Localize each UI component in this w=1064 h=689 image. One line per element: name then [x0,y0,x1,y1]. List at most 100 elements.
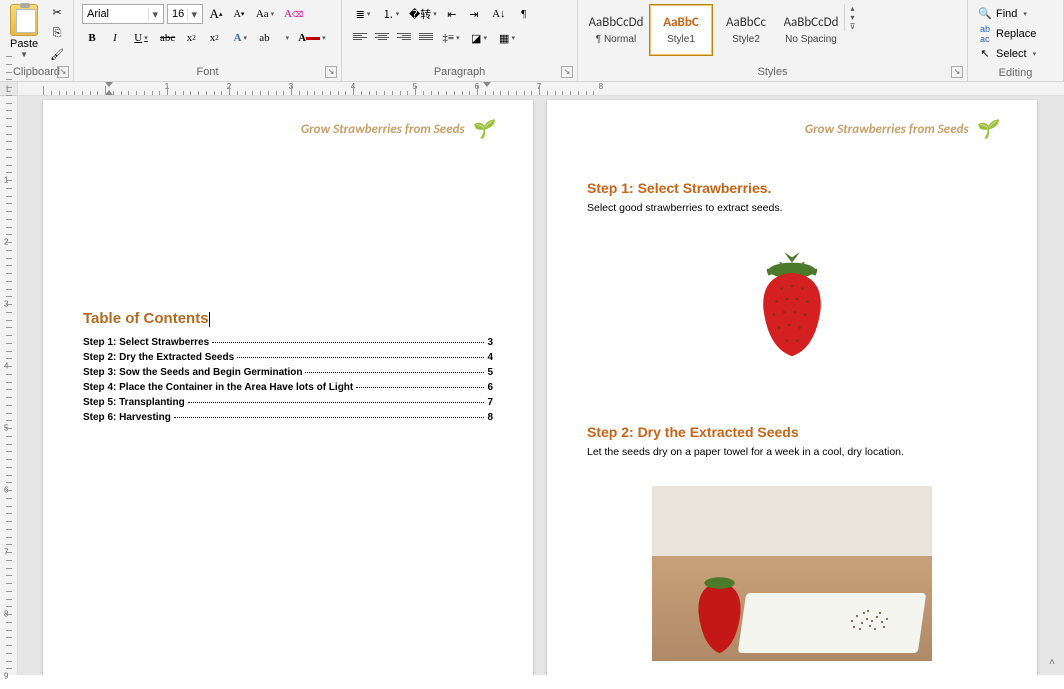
paste-button[interactable]: Paste ▼ [4,2,44,61]
text-effects-button[interactable]: A▾ [227,28,253,48]
increase-indent-button[interactable]: ⇥ [464,4,484,24]
borders-button[interactable]: ▦▾ [494,28,520,48]
toc-entry[interactable]: Step 1: Select Strawberres3 [83,337,493,348]
strikethrough-button[interactable]: abc [157,28,178,48]
styles-scroll[interactable]: ▴ [845,4,860,13]
style-name: Style1 [667,34,695,45]
chevron-down-icon: ▾ [1033,50,1037,58]
format-painter-button[interactable]: 🖌 [46,44,68,64]
justify-button[interactable] [416,28,436,48]
font-size-combo[interactable]: 16 ▾ [167,4,203,24]
right-indent-marker[interactable] [483,82,491,87]
copy-button[interactable]: ⎘ [46,23,68,43]
scissors-icon: ✂ [53,6,62,19]
replace-icon: abac [978,27,992,41]
style-tile-style1[interactable]: AaBbCStyle1 [649,4,713,56]
vertical-ruler[interactable]: L 123456789 [0,82,18,675]
toc-entry[interactable]: Step 2: Dry the Extracted Seeds4 [83,352,493,363]
toc-entry[interactable]: Step 4: Place the Container in the Area … [83,382,493,393]
page-header: Grow Strawberries from Seeds 🌱 [83,118,493,140]
bullets-icon: ≣ [356,8,365,21]
group-label-paragraph: Paragraph ↘ [346,64,573,79]
style-tile--normal[interactable]: AaBbCcDd¶ Normal [584,4,648,56]
collapse-ribbon-button[interactable]: ˄ [1044,657,1060,671]
chevron-down-icon[interactable]: ▾ [187,8,200,21]
toc-entry[interactable]: Step 5: Transplanting7 [83,397,493,408]
toc-leader [305,372,484,373]
toc-page-number: 6 [487,382,493,393]
page-header: Grow Strawberries from Seeds 🌱 [587,118,997,140]
change-case-button[interactable]: Aa▾ [252,4,278,24]
decrease-indent-button[interactable]: ⇤ [442,4,462,24]
border-icon: ▦ [499,32,509,45]
strawberry-image[interactable] [727,234,857,364]
highlight-button[interactable]: ab▾ [256,28,292,48]
toc-text: Step 5: Transplanting [83,397,185,408]
step1-body[interactable]: Select good strawberries to extract seed… [587,202,997,214]
italic-button[interactable]: I [105,28,125,48]
first-line-indent-marker[interactable] [105,82,113,87]
find-icon: 🔍 [978,7,992,21]
toc-leader [237,357,484,358]
superscript-button[interactable]: x2 [204,28,224,48]
line-spacing-button[interactable]: ‡≡▾ [438,28,464,48]
step2-heading[interactable]: Step 2: Dry the Extracted Seeds [587,424,997,440]
styles-dialog-launcher[interactable]: ↘ [951,66,963,78]
paste-icon [10,4,38,36]
plant-icon: 🌱 [471,118,493,140]
align-center-button[interactable] [372,28,392,48]
select-button[interactable]: ↖ Select ▾ [976,44,1038,63]
styles-scroll[interactable]: ⊽ [845,22,860,31]
step2-body[interactable]: Let the seeds dry on a paper towel for a… [587,446,997,458]
replace-button[interactable]: abac Replace [976,24,1038,43]
numbering-button[interactable]: ⒈▾ [378,4,404,24]
toc-text: Step 3: Sow the Seeds and Begin Germinat… [83,367,302,378]
horizontal-ruler[interactable]: 12345678 [18,82,1064,96]
font-dialog-launcher[interactable]: ↘ [325,66,337,78]
styles-scroll[interactable]: ▾ [845,13,860,22]
underline-button[interactable]: U▾ [128,28,154,48]
ribbon: Paste ▼ ✂ ⎘ 🖌 Clipboard ↘ Arial ▾ 16 [0,0,1064,82]
shading-button[interactable]: ◪▾ [466,28,492,48]
find-label: Find [996,8,1017,20]
cut-button[interactable]: ✂ [46,2,68,22]
align-right-button[interactable] [394,28,414,48]
toc-page-number: 5 [487,367,493,378]
step1-heading[interactable]: Step 1: Select Strawberries. [587,180,997,196]
group-styles: AaBbCcDd¶ NormalAaBbCStyle1AaBbCcStyle2A… [578,0,968,81]
bullets-button[interactable]: ≣▾ [350,4,376,24]
replace-label: Replace [996,28,1036,40]
paragraph-dialog-launcher[interactable]: ↘ [561,66,573,78]
font-color-button[interactable]: A▾ [295,28,328,48]
chevron-down-icon[interactable]: ▾ [148,8,161,21]
text-cursor [209,312,210,327]
find-button[interactable]: 🔍 Find ▾ [976,4,1029,23]
paste-label: Paste [10,38,38,50]
bold-button[interactable]: B [82,28,102,48]
toc-entry[interactable]: Step 6: Harvesting8 [83,412,493,423]
font-size-value: 16 [172,8,184,20]
clipboard-dialog-launcher[interactable]: ↘ [57,66,69,78]
show-marks-button[interactable]: ¶ [514,4,534,24]
font-name-value: Arial [87,8,109,20]
toc-text: Step 4: Place the Container in the Area … [83,382,353,393]
style-tile-style2[interactable]: AaBbCcStyle2 [714,4,778,56]
align-left-button[interactable] [350,28,370,48]
toc-title[interactable]: Table of Contents [83,310,493,327]
grow-font-button[interactable]: A▴ [206,4,226,24]
clear-formatting-button[interactable]: A⌫ [281,4,306,24]
shrink-font-button[interactable]: A▾ [229,4,249,24]
toc-text: Step 6: Harvesting [83,412,171,423]
sort-button[interactable]: A↓ [486,4,512,24]
font-name-combo[interactable]: Arial ▾ [82,4,164,24]
group-editing: 🔍 Find ▾ abac Replace ↖ Select ▾ Editing [968,0,1064,81]
toc-page-number: 4 [487,352,493,363]
seeds-image[interactable] [652,486,932,661]
toc-text: Step 1: Select Strawberres [83,337,209,348]
subscript-button[interactable]: x2 [181,28,201,48]
toc-entry[interactable]: Step 3: Sow the Seeds and Begin Germinat… [83,367,493,378]
header-text: Grow Strawberries from Seeds [805,122,969,137]
multilevel-list-button[interactable]: �转▾ [406,4,440,24]
style-tile-no-spacing[interactable]: AaBbCcDdNo Spacing [779,4,843,56]
document-canvas[interactable]: Grow Strawberries from Seeds 🌱 Table of … [18,96,1064,675]
